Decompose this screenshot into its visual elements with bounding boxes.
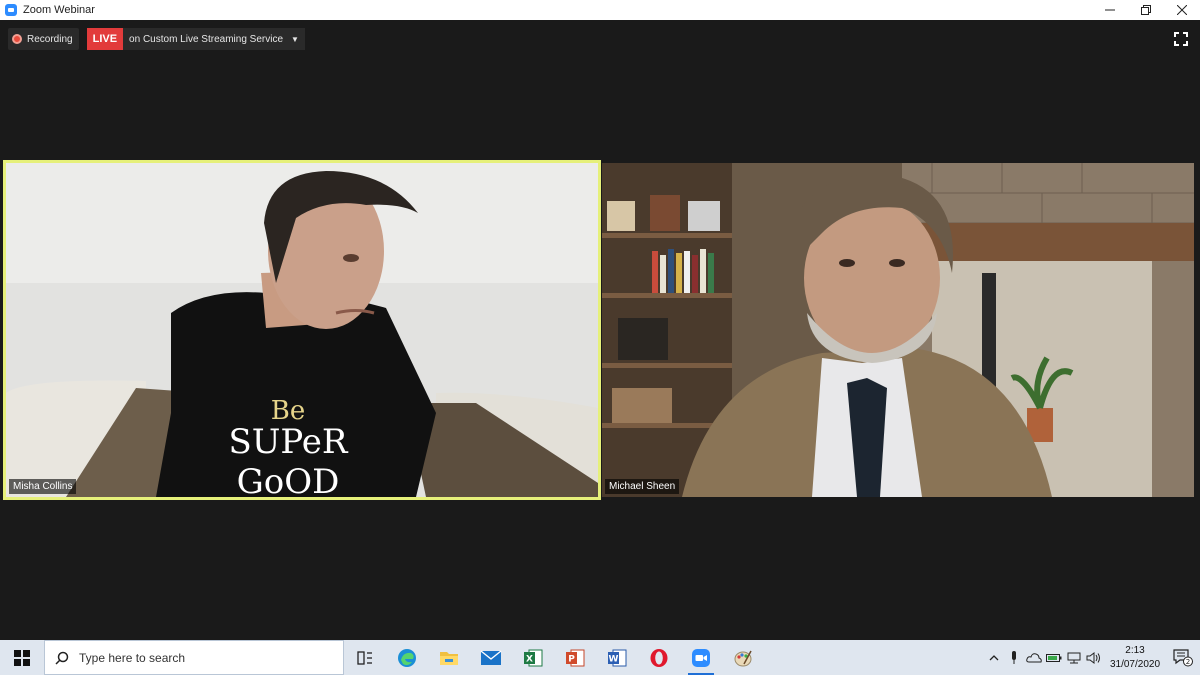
svg-text:P: P — [568, 654, 575, 664]
clock-date: 31/07/2020 — [1109, 658, 1161, 670]
taskbar-edge[interactable] — [386, 640, 428, 675]
taskbar-opera[interactable] — [638, 640, 680, 675]
excel-icon: X — [524, 649, 543, 666]
minimize-icon — [1105, 9, 1115, 11]
notification-icon: 2 — [1173, 648, 1193, 666]
recording-dot-icon — [12, 34, 22, 44]
video-tile-misha-collins[interactable]: Be SUPeR GoOD Misha Collins — [3, 160, 601, 500]
close-button[interactable] — [1164, 0, 1200, 20]
restore-button[interactable] — [1128, 0, 1164, 20]
zoom-app-icon — [5, 4, 17, 16]
task-view-icon — [357, 650, 372, 665]
stream-label: on Custom Live Streaming Service — [129, 33, 284, 45]
cloud-icon — [1026, 652, 1042, 662]
window-controls — [1092, 0, 1200, 20]
network-icon — [1067, 652, 1081, 663]
participant-video: Be SUPeR GoOD — [6, 163, 598, 497]
network-tray-button[interactable] — [1064, 640, 1084, 675]
recording-label: Recording — [27, 33, 73, 45]
windows-logo-icon — [14, 649, 30, 666]
svg-text:SUPeR: SUPeR — [228, 422, 348, 462]
battery-icon — [1046, 653, 1062, 662]
live-stream-dropdown[interactable]: on Custom Live Streaming Service ▼ — [123, 28, 305, 50]
fullscreen-icon[interactable] — [1174, 32, 1188, 46]
svg-text:W: W — [609, 654, 619, 664]
speaker-icon — [1086, 651, 1100, 664]
taskbar-paint[interactable] — [722, 640, 764, 675]
video-tile-michael-sheen[interactable]: Michael Sheen — [602, 163, 1194, 497]
chevron-up-icon — [989, 654, 999, 660]
taskbar-excel[interactable]: X — [512, 640, 554, 675]
recording-toolbar: Recording LIVE on Custom Live Streaming … — [8, 28, 305, 50]
start-button[interactable] — [0, 640, 44, 675]
windows-taskbar: Type here to search X P W 2:13 31/07/202… — [0, 640, 1200, 675]
participant-video — [602, 163, 1194, 497]
recording-indicator[interactable]: Recording — [8, 28, 79, 50]
microphone-tray-button[interactable] — [1004, 640, 1024, 675]
clock-time: 2:13 — [1125, 644, 1145, 656]
participant-name-label: Misha Collins — [9, 479, 77, 494]
window-title: Zoom Webinar — [23, 4, 95, 16]
action-center-button[interactable]: 2 — [1166, 640, 1200, 675]
word-icon: W — [608, 649, 627, 666]
window-titlebar: Zoom Webinar — [0, 0, 1200, 20]
search-icon — [55, 651, 69, 665]
onedrive-tray-button[interactable] — [1024, 640, 1044, 675]
search-placeholder: Type here to search — [79, 650, 186, 665]
svg-text:X: X — [526, 654, 533, 664]
minimize-button[interactable] — [1092, 0, 1128, 20]
meeting-area: Recording LIVE on Custom Live Streaming … — [0, 20, 1200, 640]
microphone-icon — [1012, 650, 1016, 664]
opera-icon — [650, 648, 668, 667]
live-badge: LIVE — [86, 28, 124, 50]
restore-icon — [1141, 5, 1151, 15]
taskbar-powerpoint[interactable]: P — [554, 640, 596, 675]
mail-icon — [480, 649, 502, 665]
volume-tray-button[interactable] — [1084, 640, 1104, 675]
taskbar-mail[interactable] — [470, 640, 512, 675]
participant-name-label: Michael Sheen — [605, 479, 680, 494]
taskbar-search-box[interactable]: Type here to search — [44, 640, 344, 675]
powerpoint-icon: P — [566, 649, 585, 666]
folder-icon — [440, 651, 458, 665]
svg-text:GoOD: GoOD — [237, 462, 340, 497]
paint-icon — [734, 650, 752, 666]
system-tray: 2:13 31/07/2020 2 — [984, 640, 1200, 675]
edge-icon — [398, 648, 416, 667]
taskbar-zoom[interactable] — [680, 640, 722, 675]
battery-tray-button[interactable] — [1044, 640, 1064, 675]
taskbar-clock[interactable]: 2:13 31/07/2020 — [1104, 644, 1166, 672]
show-hidden-icons-button[interactable] — [984, 640, 1004, 675]
taskbar-word[interactable]: W — [596, 640, 638, 675]
task-view-button[interactable] — [344, 640, 386, 675]
caret-down-icon: ▼ — [291, 34, 299, 44]
close-icon — [1177, 5, 1187, 15]
zoom-icon — [692, 648, 710, 667]
notification-count: 2 — [1186, 658, 1190, 666]
taskbar-file-explorer[interactable] — [428, 640, 470, 675]
